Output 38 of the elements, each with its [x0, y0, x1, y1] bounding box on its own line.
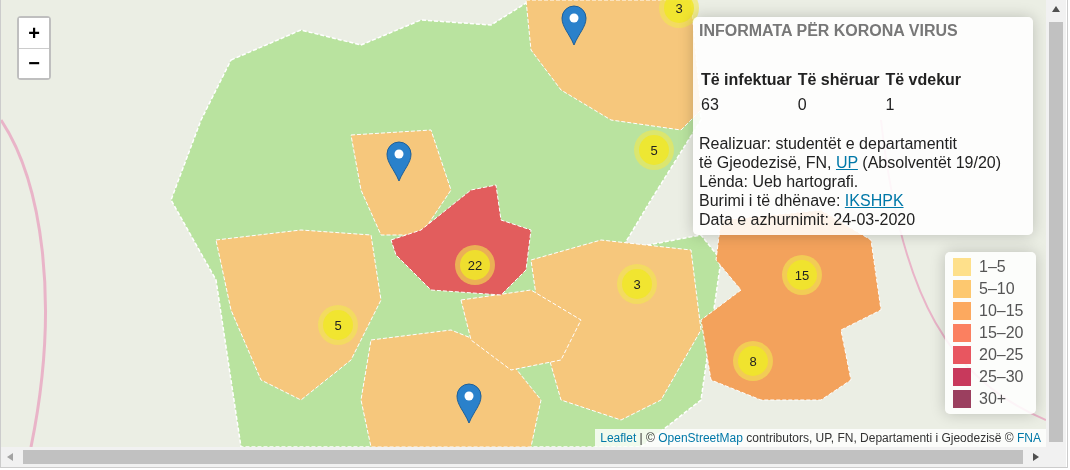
legend-label: 30+ — [979, 390, 1007, 408]
table-cell-text: 0 — [796, 95, 808, 114]
cluster-marker[interactable]: 3 — [659, 0, 699, 28]
column-header: Të shëruar — [796, 70, 881, 90]
info-text: Realizuar: studentët e departamentit — [699, 134, 958, 153]
column-header: Të vdekur — [884, 70, 963, 90]
table-cell-text: 1 — [884, 95, 896, 114]
table-cell-text: 63 — [700, 95, 720, 114]
link[interactable]: FNA — [1017, 431, 1041, 445]
legend-label: 20–25 — [979, 346, 1024, 364]
map-pin-icon[interactable] — [386, 141, 412, 182]
link[interactable]: IKSHPK — [844, 192, 904, 209]
legend-label: 10–15 — [979, 302, 1024, 320]
link[interactable]: UP — [835, 154, 858, 171]
link[interactable]: OpenStreetMap — [658, 431, 743, 445]
info-text: Data e azhurnimit: 24-03-2020 — [699, 210, 917, 229]
horizontal-scrollbar[interactable] — [1, 447, 1046, 467]
info-text: Lënda: Ueb hartografi. — [699, 172, 860, 191]
cluster-marker[interactable]: 3 — [617, 264, 657, 304]
vertical-scrollbar[interactable] — [1046, 0, 1066, 447]
cluster-marker[interactable]: 22 — [455, 245, 495, 285]
map-pin-icon[interactable] — [456, 383, 482, 424]
map-pin-icon[interactable] — [561, 5, 587, 46]
cluster-marker[interactable]: 8 — [733, 341, 773, 381]
zoom-button[interactable]: − — [19, 48, 49, 78]
panel-title: INFORMATA PËR KORONA VIRUS — [699, 21, 959, 40]
info-text: të Gjeodezisë, FN, UP (Absolventët 19/20) — [699, 153, 1003, 172]
info-text: Burimi i të dhënave: IKSHPK — [699, 191, 905, 210]
legend-label: 1–5 — [979, 258, 1006, 276]
legend-label: 5–10 — [979, 280, 1015, 298]
link[interactable]: Leaflet — [600, 431, 637, 445]
attribution-text: Leaflet | © OpenStreetMap contributors, UP, FN, Departamenti i Gjeodezisë © FNA — [595, 429, 1046, 447]
cluster-marker[interactable]: 15 — [782, 255, 822, 295]
cluster-marker[interactable]: 5 — [634, 130, 674, 170]
cluster-marker[interactable]: 5 — [318, 305, 358, 345]
column-header: Të infektuar — [700, 70, 793, 90]
legend-label: 25–30 — [979, 368, 1024, 386]
legend-label: 15–20 — [979, 324, 1024, 342]
